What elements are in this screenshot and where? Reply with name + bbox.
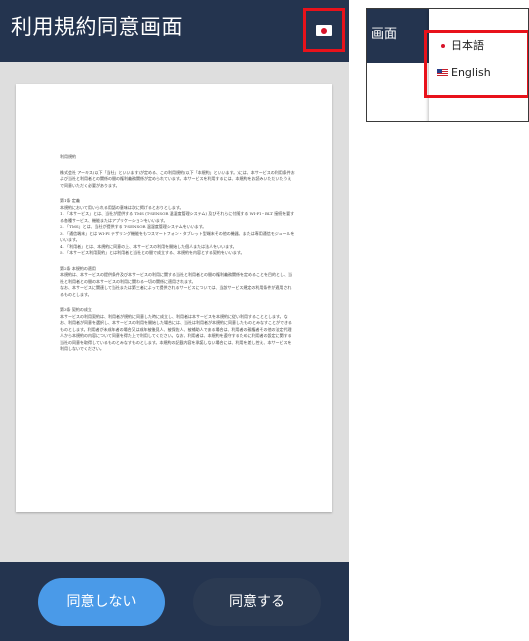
terms-heading: 利用規約 [60, 154, 76, 159]
terms-consent-screen: 利用規約同意画面 利用規約 株式会社 アーキス(以下「当社」といいます)が定める… [0, 0, 349, 641]
terms-document-page: 利用規約 株式会社 アーキス(以下「当社」といいます)が定める、この利用規約(以… [16, 84, 332, 512]
terms-paragraph: 1. 「本サービス」とは、当社が提供する TMS (T-SENSOR 温湿度管理… [60, 211, 295, 223]
terms-paragraph: 株式会社 アーキス(以下「当社」といいます)が定める、この利用規約(以下「本規約… [60, 169, 295, 188]
inset-title: 画面 [371, 27, 398, 42]
terms-paragraph: 本規約は、本サービスの提供条件及び本サービスの利用に関する当社と利用者との間の権… [60, 272, 292, 284]
terms-text: 利用規約 株式会社 アーキス(以下「当社」といいます)が定める、この利用規約(以… [60, 154, 295, 357]
action-footer: 同意しない 同意する [0, 562, 349, 641]
language-menu-inset: 画面 日本語 English [366, 8, 529, 122]
app-header: 利用規約同意画面 [0, 0, 349, 62]
disagree-button[interactable]: 同意しない [38, 578, 165, 626]
terms-paragraph: 3. 「通信端末」とは WI-FI テザリング機能をもつスマートフォン・タブレッ… [60, 230, 295, 243]
language-flag-button[interactable] [303, 8, 345, 52]
page-title: 利用規約同意画面 [11, 15, 183, 39]
terms-scroll-area[interactable]: 利用規約 株式会社 アーキス(以下「当社」といいます)が定める、この利用規約(以… [0, 62, 349, 562]
language-menu-highlight [424, 30, 528, 98]
terms-paragraph: なお、本サービスに関連して当社または第三者によって提供されるサービスについては、… [60, 285, 292, 297]
terms-paragraph: 5. 「本サービス利用契約」とは利用者と当社との間で成立する、本規約を内容とする… [60, 250, 245, 255]
japan-flag-icon [316, 25, 332, 36]
agree-button[interactable]: 同意する [193, 578, 321, 626]
terms-paragraph: 本サービスの利用契約は、利用者が規約に同意した時に成立し、利用者は本サービスを本… [60, 313, 292, 352]
